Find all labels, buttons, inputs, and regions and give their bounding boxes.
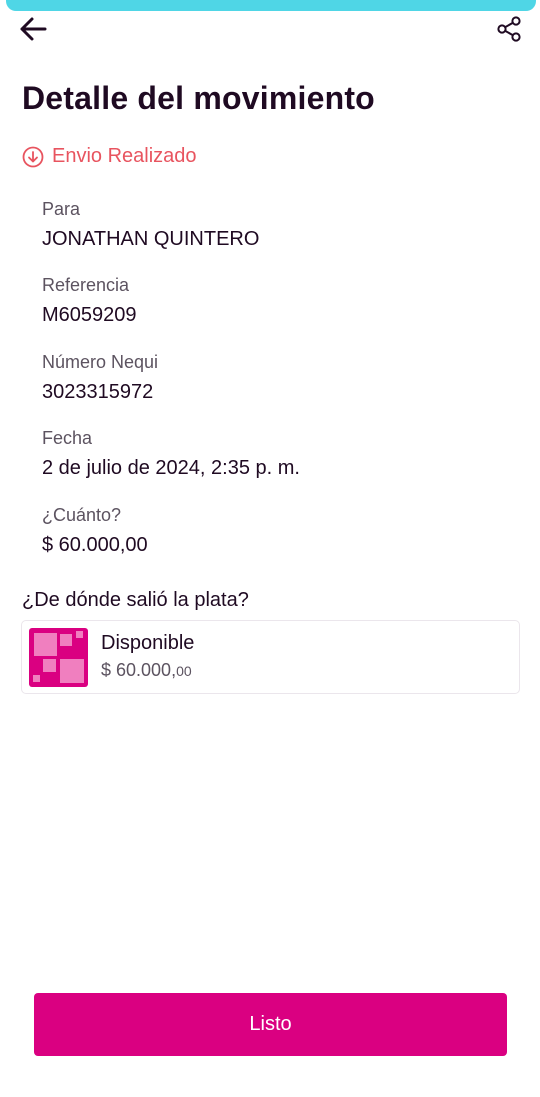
detail-label: Número Nequi — [42, 352, 159, 372]
status-text: Envio Realizado — [52, 145, 197, 167]
source-heading: ¿De dónde salió la plata? — [22, 589, 249, 611]
detail-value: 3023315972 — [42, 381, 154, 403]
source-name: Disponible — [101, 632, 195, 654]
back-button[interactable] — [14, 12, 52, 46]
share-button[interactable] — [492, 12, 526, 46]
pocket-icon — [29, 628, 88, 687]
detail-nequi-number: Número Nequi 3023315972 — [42, 351, 158, 404]
detail-value: $ 60.000,00 — [42, 534, 148, 556]
detail-label: Para — [42, 199, 81, 219]
detail-value: M6059209 — [42, 304, 137, 326]
movement-detail-screen: Detalle del movimiento Envio Realizado P… — [0, 0, 540, 1097]
detail-date: Fecha 2 de julio de 2024, 2:35 p. m. — [42, 427, 300, 480]
detail-label: Referencia — [42, 275, 130, 295]
detail-label: ¿Cuánto? — [42, 505, 122, 525]
detail-label: Fecha — [42, 428, 93, 448]
arrow-left-icon — [20, 17, 47, 41]
detail-value: JONATHAN QUINTERO — [42, 228, 260, 250]
done-button[interactable]: Listo — [34, 993, 507, 1056]
page-title: Detalle del movimiento — [22, 80, 375, 116]
status-row: Envio Realizado — [22, 145, 197, 168]
source-amount-cents: 00 — [176, 663, 192, 679]
source-amount: $ 60.000,00 — [101, 660, 192, 681]
top-strip — [6, 0, 536, 11]
detail-reference: Referencia M6059209 — [42, 274, 137, 327]
detail-value: 2 de julio de 2024, 2:35 p. m. — [42, 457, 300, 479]
share-icon — [497, 16, 521, 42]
detail-recipient: Para JONATHAN QUINTERO — [42, 198, 259, 251]
detail-amount: ¿Cuánto? $ 60.000,00 — [42, 504, 148, 557]
arrow-down-circle-icon — [22, 146, 44, 167]
source-pocket-card[interactable]: Disponible $ 60.000,00 — [21, 620, 520, 694]
source-amount-main: $ 60.000, — [101, 660, 177, 680]
